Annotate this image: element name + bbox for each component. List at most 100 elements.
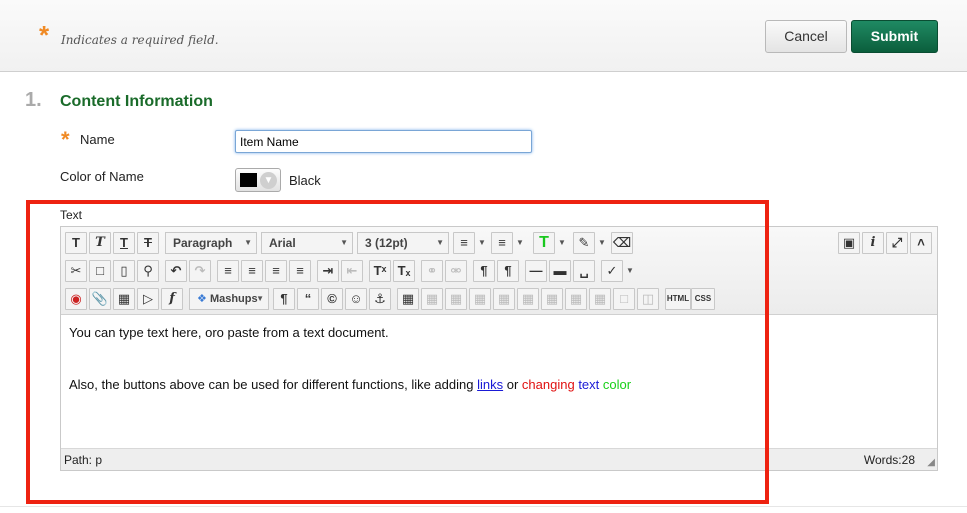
name-label: Name (80, 132, 115, 147)
nonbreaking-space-icon[interactable]: ␣ (573, 260, 595, 282)
justify-icon[interactable]: ≡ (289, 260, 311, 282)
column-props-icon[interactable]: ◫ (637, 288, 659, 310)
bullet-list-icon[interactable]: ≡ (453, 232, 475, 254)
fullscreen-icon[interactable]: ⤢ (886, 232, 908, 254)
word-count: Words:28 (864, 453, 915, 467)
required-star-icon: * (61, 127, 70, 152)
copyright-icon[interactable]: © (321, 288, 343, 310)
unlink-icon[interactable]: ⚮ (445, 260, 467, 282)
html-button[interactable]: HTML (665, 288, 691, 310)
css-button[interactable]: CSS (691, 288, 715, 310)
thick-rule-icon[interactable]: ▬ (549, 260, 571, 282)
size-select-value: 3 (12pt) (365, 236, 408, 250)
highlight-icon[interactable]: ✎ (573, 232, 595, 254)
table-insert-icon[interactable]: ▦ (493, 288, 515, 310)
subscript-icon[interactable]: Tₓ (393, 260, 415, 282)
content-green-text: color (602, 377, 632, 392)
font-select-value: Arial (269, 236, 296, 250)
cell-props-icon[interactable]: □ (613, 288, 635, 310)
chevron-down-icon: ▼ (436, 238, 444, 247)
undo-icon[interactable]: ↶ (165, 260, 187, 282)
outdent-icon[interactable]: ⇤ (341, 260, 363, 282)
words-count: 28 (901, 453, 915, 467)
italic-icon[interactable]: T (89, 232, 111, 254)
superscript-icon[interactable]: Tˣ (369, 260, 391, 282)
section-number: 1. (25, 89, 42, 111)
table-row-icon[interactable]: ▦ (421, 288, 443, 310)
bold-icon[interactable]: T (65, 232, 87, 254)
content-line-2: Also, the buttons above can be used for … (69, 377, 929, 392)
color-of-name-label: Color of Name (60, 169, 144, 184)
copy-icon[interactable]: □ (89, 260, 111, 282)
cancel-button[interactable]: Cancel (765, 20, 847, 53)
collapse-icon[interactable]: ˄ (910, 232, 932, 254)
submit-button[interactable]: Submit (851, 20, 938, 53)
ltr-icon[interactable]: ¶ (473, 260, 495, 282)
paragraph-select[interactable]: Paragraph ▼ (165, 232, 257, 254)
mashups-select[interactable]: ❖ Mashups ▼ (189, 288, 269, 310)
link-icon[interactable]: ⚭ (421, 260, 443, 282)
align-center-icon[interactable]: ≡ (241, 260, 263, 282)
table-props-icon[interactable]: ▦ (589, 288, 611, 310)
underline-icon[interactable]: T (113, 232, 135, 254)
mashups-icon: ❖ (197, 293, 207, 305)
editor-status-bar: Path: p Words:28 ◢ (61, 448, 937, 470)
quote-icon[interactable]: “ (297, 288, 319, 310)
formula-icon[interactable]: f (161, 288, 183, 310)
chevron-down-icon[interactable]: ▼ (625, 260, 635, 282)
image-icon[interactable]: ▦ (113, 288, 135, 310)
table-delete-icon[interactable]: ▦ (517, 288, 539, 310)
emoticon-icon[interactable]: ☺ (345, 288, 367, 310)
horizontal-rule-icon[interactable]: — (525, 260, 547, 282)
pilcrow-icon[interactable]: ¶ (273, 288, 295, 310)
spellcheck-icon[interactable]: ✓ (601, 260, 623, 282)
color-picker[interactable]: ▼ (235, 168, 281, 192)
anchor-icon[interactable]: ⚓ (369, 288, 391, 310)
table-split-icon[interactable]: ▦ (565, 288, 587, 310)
section-title: Content Information (60, 93, 213, 110)
record-icon[interactable]: ◉ (65, 288, 87, 310)
words-label: Words: (863, 453, 902, 467)
paragraph-select-value: Paragraph (173, 236, 233, 250)
indent-icon[interactable]: ⇥ (317, 260, 339, 282)
required-field-note: Indicates a required field. (61, 33, 219, 47)
chevron-down-icon[interactable]: ▼ (515, 232, 525, 254)
table-icon[interactable]: ▦ (397, 288, 419, 310)
preview-icon[interactable]: ▣ (838, 232, 860, 254)
cut-icon[interactable]: ✂ (65, 260, 87, 282)
align-left-icon[interactable]: ≡ (217, 260, 239, 282)
color-swatch (240, 173, 257, 187)
name-input[interactable] (235, 130, 532, 153)
content-link[interactable]: links (477, 377, 503, 392)
table-col-icon[interactable]: ▦ (469, 288, 491, 310)
content-line-2-text: Also, the buttons above can be used for … (69, 377, 478, 392)
content-or-text: or (503, 377, 522, 392)
action-bar: * Indicates a required field. Cancel Sub… (0, 0, 967, 72)
find-icon[interactable]: ⚲ (137, 260, 159, 282)
chevron-down-icon[interactable]: ▼ (557, 232, 567, 254)
chevron-down-icon[interactable]: ▼ (260, 172, 277, 189)
table-cell-icon[interactable]: ▦ (445, 288, 467, 310)
attach-icon[interactable]: 📎 (89, 288, 111, 310)
redo-icon[interactable]: ↷ (189, 260, 211, 282)
table-merge-icon[interactable]: ▦ (541, 288, 563, 310)
text-color-icon[interactable]: T (533, 232, 555, 254)
chevron-down-icon[interactable]: ▼ (477, 232, 487, 254)
rich-text-editor: T T T T Paragraph ▼ Arial ▼ 3 (12pt) ▼ ≡ ▼ … (60, 226, 938, 471)
chevron-down-icon[interactable]: ▼ (597, 232, 607, 254)
strikethrough-icon[interactable]: T (137, 232, 159, 254)
resize-grip-icon[interactable]: ◢ (927, 457, 935, 468)
color-value: Black (289, 173, 321, 188)
font-select[interactable]: Arial ▼ (261, 232, 353, 254)
paste-icon[interactable]: ▯ (113, 260, 135, 282)
content-line-1: You can type text here, oro paste from a… (69, 325, 389, 340)
rtl-icon[interactable]: ¶ (497, 260, 519, 282)
editor-content-area[interactable]: You can type text here, oro paste from a… (61, 316, 937, 446)
media-icon[interactable]: ▷ (137, 288, 159, 310)
align-right-icon[interactable]: ≡ (265, 260, 287, 282)
size-select[interactable]: 3 (12pt) ▼ (357, 232, 449, 254)
content-blue-text: text (578, 377, 600, 392)
numbered-list-icon[interactable]: ≡ (491, 232, 513, 254)
eraser-icon[interactable]: ⌫ (611, 232, 633, 254)
info-icon[interactable]: i (862, 232, 884, 254)
